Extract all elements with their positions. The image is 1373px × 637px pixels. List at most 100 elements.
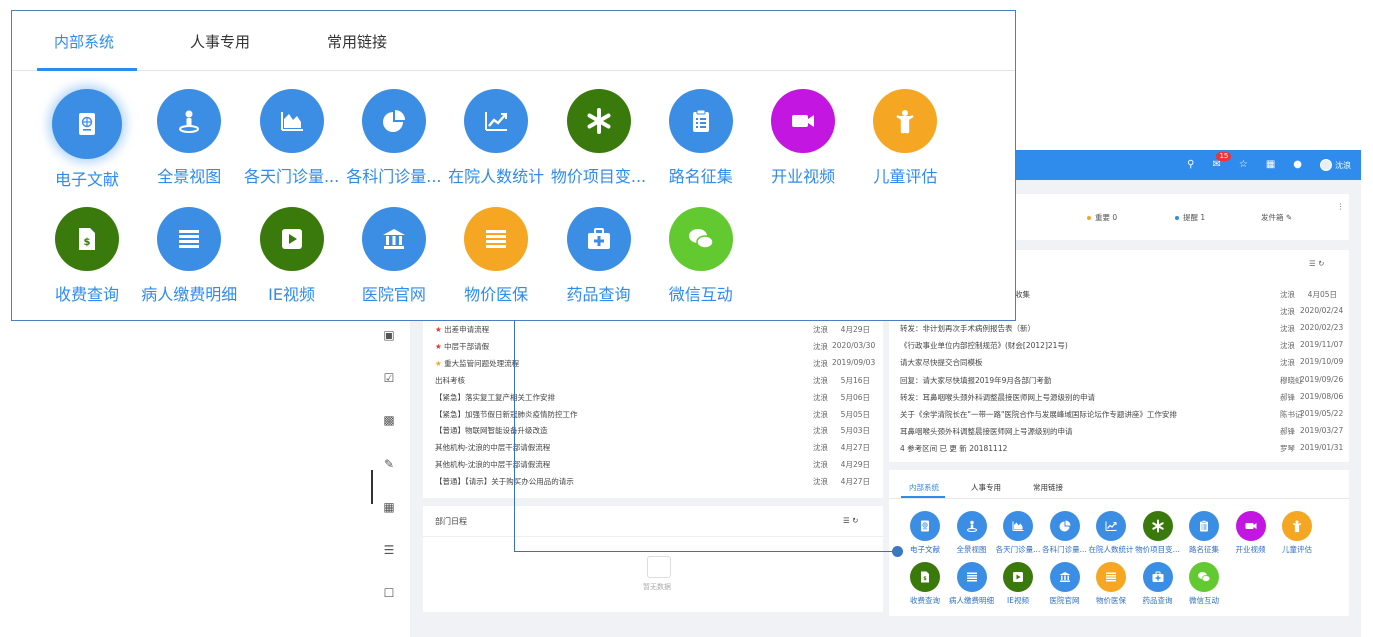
workflow-title[interactable]: 其他机构-沈浪的中层干部请假流程: [435, 442, 550, 453]
app-tile[interactable]: 微信互动: [649, 207, 753, 305]
workflow-title-text[interactable]: 【紧急】落实复工复产相关工作安排: [435, 393, 555, 402]
play-icon[interactable]: [259, 207, 324, 271]
outbox-link[interactable]: 发件箱 ✎: [1261, 212, 1292, 223]
invoice-icon[interactable]: $: [910, 562, 940, 592]
workflow-title[interactable]: 【普通】物联网智能设备升级改造: [435, 425, 548, 436]
list-icon[interactable]: [1096, 562, 1126, 592]
app-label[interactable]: 路名征集: [649, 163, 753, 187]
app-tile[interactable]: $ 收费查询: [35, 207, 139, 305]
app-label[interactable]: 病人缴费明细: [137, 281, 241, 305]
tab-internal-system[interactable]: 内部系统: [54, 31, 114, 52]
list-icon[interactable]: [464, 207, 529, 271]
app-tile[interactable]: 在院人数统计: [444, 89, 548, 187]
bell-icon[interactable]: ✉ 15: [1212, 152, 1232, 170]
app-label[interactable]: 物价项目变...: [547, 163, 651, 187]
list-icon[interactable]: [157, 207, 222, 271]
workflow-title-text[interactable]: 其他机构-沈浪的中层干部请假流程: [435, 443, 550, 452]
app-tile[interactable]: 电子文献: [35, 89, 139, 190]
notice-title[interactable]: 请大家尽快提交合同模板: [900, 357, 983, 368]
line-chart-icon[interactable]: [1096, 511, 1126, 541]
notice-title[interactable]: 《行政事业单位内部控制规范》(财会[2012]21号): [900, 340, 1068, 351]
chat-icon[interactable]: ●: [1293, 160, 1302, 170]
app-label[interactable]: 各天门诊量...: [240, 163, 344, 187]
video-icon[interactable]: [771, 89, 836, 153]
app-label[interactable]: 收费查询: [35, 281, 139, 305]
mini-tab-internal[interactable]: 内部系统: [909, 482, 939, 493]
user-location-icon[interactable]: [157, 89, 222, 153]
app-tile[interactable]: 物价医保: [444, 207, 548, 305]
app-tile[interactable]: 各科门诊量...: [342, 89, 446, 187]
inbox-check-icon[interactable]: ☐: [382, 586, 396, 600]
briefcase-icon[interactable]: ▣: [382, 328, 396, 342]
workflow-title-text[interactable]: 【普通】【请示】关于购买办公用品的请示: [435, 477, 574, 486]
tab-hr[interactable]: 人事专用: [190, 31, 250, 52]
app-label[interactable]: 各科门诊量...: [342, 163, 446, 187]
chat-icon[interactable]: [1189, 562, 1219, 592]
app-tile[interactable]: 病人缴费明细: [137, 207, 241, 305]
calendar-icon[interactable]: ▦: [382, 500, 396, 514]
app-label[interactable]: 药品查询: [547, 281, 651, 305]
clipboard-icon[interactable]: [1189, 511, 1219, 541]
app-label[interactable]: IE视频: [240, 281, 344, 305]
more-icon[interactable]: ⋮: [1337, 202, 1345, 211]
important-count[interactable]: 重要 0: [1087, 212, 1117, 223]
asterisk-icon[interactable]: [566, 89, 631, 153]
notice-title[interactable]: 转发：非计划再次手术病例报告表（新）: [900, 323, 1035, 334]
remind-count[interactable]: 提醒 1: [1175, 212, 1205, 223]
mini-app-label[interactable]: 儿童评估: [1269, 544, 1325, 555]
workflow-title[interactable]: 其他机构-沈浪的中层干部请假流程: [435, 459, 550, 470]
mini-tab-links[interactable]: 常用链接: [1033, 482, 1063, 493]
user-location-icon[interactable]: [956, 511, 987, 541]
task-list-icon[interactable]: ☰: [382, 543, 396, 557]
child-icon[interactable]: [873, 89, 938, 153]
workflow-title-text[interactable]: 出差申请流程: [444, 325, 489, 334]
app-tile[interactable]: 医院官网: [342, 207, 446, 305]
app-tile[interactable]: 路名征集: [649, 89, 753, 187]
app-label[interactable]: 开业视频: [751, 163, 855, 187]
notice-title[interactable]: 关于《余学清院长在"一带一路"医院合作与发展峰域国际论坛作专题讲座》工作安排: [900, 409, 1177, 420]
app-tile[interactable]: 儿童评估: [853, 89, 957, 187]
app-label[interactable]: 物价医保: [444, 281, 548, 305]
edit-icon[interactable]: ✎: [382, 457, 396, 471]
chat-icon[interactable]: [668, 207, 733, 271]
app-label[interactable]: 医院官网: [342, 281, 446, 305]
area-chart-icon[interactable]: [1003, 511, 1033, 541]
calendar-check-icon[interactable]: ☑: [382, 371, 396, 385]
mini-app-label[interactable]: 微信互动: [1176, 595, 1232, 606]
app-tile[interactable]: 全景视图: [137, 89, 241, 187]
workflow-title-text[interactable]: 重大监管问题处理流程: [444, 359, 519, 368]
notice-title[interactable]: 4 参考区间 已 更 新 20181112: [900, 443, 1007, 454]
list-icon[interactable]: [956, 562, 987, 592]
app-tile[interactable]: 开业视频: [751, 89, 855, 187]
app-tile[interactable]: IE视频: [240, 207, 344, 305]
workflow-title[interactable]: 出科考核: [435, 375, 465, 386]
passport-icon[interactable]: [52, 89, 122, 159]
notice-title[interactable]: 收集: [1015, 289, 1030, 300]
notice-title[interactable]: 转发：耳鼻咽喉头颈外科调整晨接医师网上号源级别的申请: [900, 392, 1095, 403]
bank-icon[interactable]: [1049, 562, 1080, 592]
passport-icon[interactable]: [910, 511, 940, 541]
notice-title[interactable]: 耳鼻咽喉头颈外科调整晨接医师网上号源级别的申请: [900, 426, 1073, 437]
workflow-title[interactable]: ★ 重大监管问题处理流程: [435, 358, 519, 369]
workflow-title[interactable]: ★ 中层干部请假: [435, 341, 489, 352]
workflow-title-text[interactable]: 【普通】物联网智能设备升级改造: [435, 426, 548, 435]
workflow-title[interactable]: 【紧急】加强节假日新冠肺炎疫情防控工作: [435, 409, 578, 420]
mini-tab-hr[interactable]: 人事专用: [971, 482, 1001, 493]
app-label[interactable]: 全景视图: [137, 163, 241, 187]
star-icon[interactable]: ☆: [1239, 160, 1248, 170]
asterisk-icon[interactable]: [1142, 511, 1173, 541]
child-icon[interactable]: [1282, 511, 1312, 541]
grid-icon[interactable]: ▦: [1266, 160, 1275, 170]
tab-common-links[interactable]: 常用链接: [327, 31, 387, 52]
line-chart-icon[interactable]: [464, 89, 529, 153]
medkit-icon[interactable]: [566, 207, 631, 271]
clipboard-icon[interactable]: [668, 89, 733, 153]
bar-chart-icon[interactable]: ▩: [382, 413, 396, 427]
workflow-title-text[interactable]: 其他机构-沈浪的中层干部请假流程: [435, 460, 550, 469]
invoice-icon[interactable]: $: [55, 207, 119, 271]
pie-chart-icon[interactable]: [361, 89, 426, 153]
workflow-title-text[interactable]: 出科考核: [435, 376, 465, 385]
bank-icon[interactable]: [361, 207, 426, 271]
play-icon[interactable]: [1003, 562, 1033, 592]
app-label[interactable]: 在院人数统计: [444, 163, 548, 187]
